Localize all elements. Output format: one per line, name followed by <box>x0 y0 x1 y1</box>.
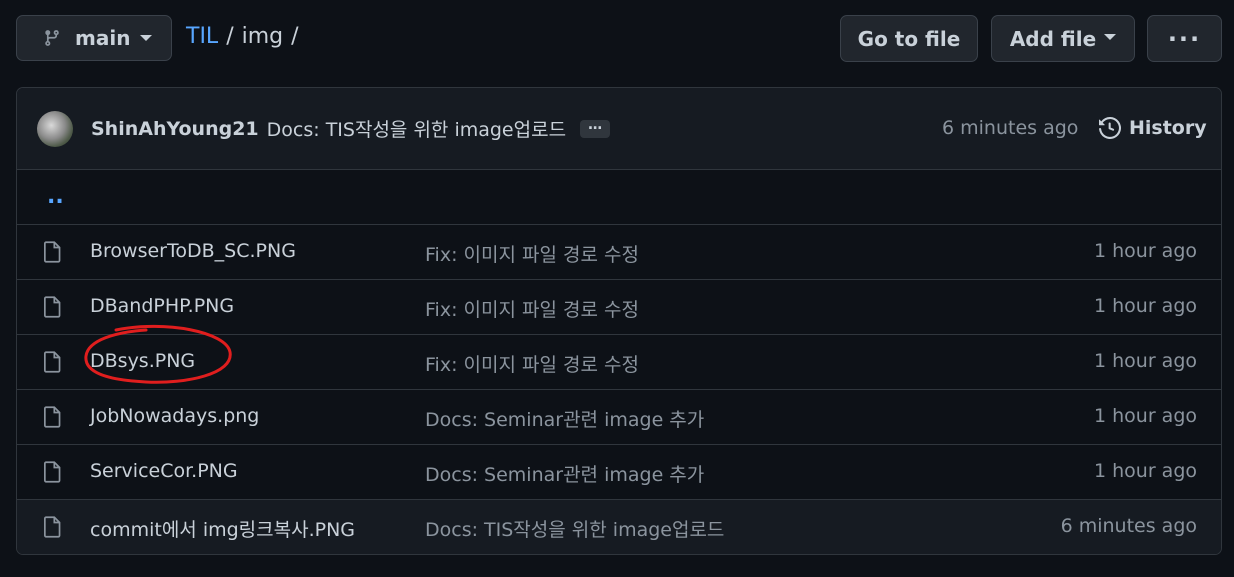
file-icon <box>44 351 61 378</box>
history-icon <box>1099 117 1121 139</box>
file-row[interactable]: commit에서 img링크복사.PNG Docs: TIS작성을 위한 imag… <box>17 500 1221 554</box>
more-options-button[interactable]: ··· <box>1147 15 1222 62</box>
breadcrumb-current-folder: img <box>241 24 284 49</box>
parent-directory-row[interactable]: .. <box>17 170 1221 225</box>
file-name-link[interactable]: BrowserToDB_SC.PNG <box>90 240 296 262</box>
history-label: History <box>1129 117 1207 139</box>
commit-time[interactable]: 6 minutes ago <box>942 117 1078 139</box>
file-commit-time: 6 minutes ago <box>1060 515 1197 537</box>
chevron-down-icon <box>1104 33 1117 40</box>
parent-directory-link[interactable]: .. <box>47 184 64 209</box>
file-row[interactable]: JobNowadays.png Docs: Seminar관련 image 추가 1… <box>17 390 1221 445</box>
file-row[interactable]: BrowserToDB_SC.PNG Fix: 이미지 파일 경로 수정 1 hou… <box>17 225 1221 280</box>
add-file-button[interactable]: Add file <box>991 15 1135 62</box>
file-icon <box>44 461 61 488</box>
branch-selector-button[interactable]: main <box>16 15 172 61</box>
file-commit-time: 1 hour ago <box>1093 350 1197 372</box>
file-name-link[interactable]: DBandPHP.PNG <box>90 295 234 317</box>
file-icon <box>44 516 61 543</box>
file-row[interactable]: DBandPHP.PNG Fix: 이미지 파일 경로 수정 1 hour ago <box>17 280 1221 335</box>
file-browser: ShinAhYoung21 Docs: TIS작성을 위한 image업로드 …… <box>16 87 1222 555</box>
file-name-link[interactable]: commit에서 img링크복사.PNG <box>90 515 355 542</box>
file-commit-message-link[interactable]: Fix: 이미지 파일 경로 수정 <box>425 240 639 267</box>
repo-toolbar: main TIL / img / Go to file Add file ··· <box>0 0 1234 80</box>
breadcrumb-separator: / <box>291 24 299 49</box>
file-name-link[interactable]: DBsys.PNG <box>90 350 195 372</box>
expand-commit-button[interactable]: … <box>580 118 611 138</box>
commit-message-link[interactable]: Docs: TIS작성을 위한 image업로드 <box>267 115 566 142</box>
breadcrumb-separator: / <box>226 24 234 49</box>
file-commit-message-link[interactable]: Fix: 이미지 파일 경로 수정 <box>425 295 639 322</box>
file-name-link[interactable]: ServiceCor.PNG <box>90 460 238 482</box>
file-commit-message-link[interactable]: Fix: 이미지 파일 경로 수정 <box>425 350 639 377</box>
latest-commit-bar: ShinAhYoung21 Docs: TIS작성을 위한 image업로드 …… <box>17 88 1221 170</box>
file-commit-time: 1 hour ago <box>1093 460 1197 482</box>
file-commit-time: 1 hour ago <box>1093 295 1197 317</box>
add-file-label: Add file <box>1009 26 1097 51</box>
file-row[interactable]: DBsys.PNG Fix: 이미지 파일 경로 수정 1 hour ago <box>17 335 1221 390</box>
file-commit-message-link[interactable]: Docs: Seminar관련 image 추가 <box>425 405 704 432</box>
file-icon <box>44 296 61 323</box>
file-commit-time: 1 hour ago <box>1093 240 1197 262</box>
breadcrumb: TIL / img / <box>186 24 299 49</box>
history-button[interactable]: History <box>1099 117 1207 139</box>
avatar[interactable] <box>37 110 73 147</box>
file-commit-message-link[interactable]: Docs: Seminar관련 image 추가 <box>425 460 704 487</box>
file-icon <box>44 406 61 433</box>
file-commit-message-link[interactable]: Docs: TIS작성을 위한 image업로드 <box>425 515 724 542</box>
chevron-down-icon <box>140 35 153 41</box>
file-name-link[interactable]: JobNowadays.png <box>90 405 259 427</box>
file-commit-time: 1 hour ago <box>1093 405 1197 427</box>
go-to-file-button[interactable]: Go to file <box>840 15 978 62</box>
git-branch-icon <box>45 30 59 46</box>
kebab-horizontal-icon: ··· <box>1167 24 1202 53</box>
file-row[interactable]: ServiceCor.PNG Docs: Seminar관련 image 추가 1 … <box>17 445 1221 500</box>
commit-author-link[interactable]: ShinAhYoung21 <box>91 118 259 140</box>
breadcrumb-repo-link[interactable]: TIL <box>186 24 218 49</box>
branch-name: main <box>75 26 131 50</box>
go-to-file-label: Go to file <box>857 26 961 51</box>
file-list: BrowserToDB_SC.PNG Fix: 이미지 파일 경로 수정 1 hou… <box>17 225 1221 554</box>
file-icon <box>44 241 61 268</box>
